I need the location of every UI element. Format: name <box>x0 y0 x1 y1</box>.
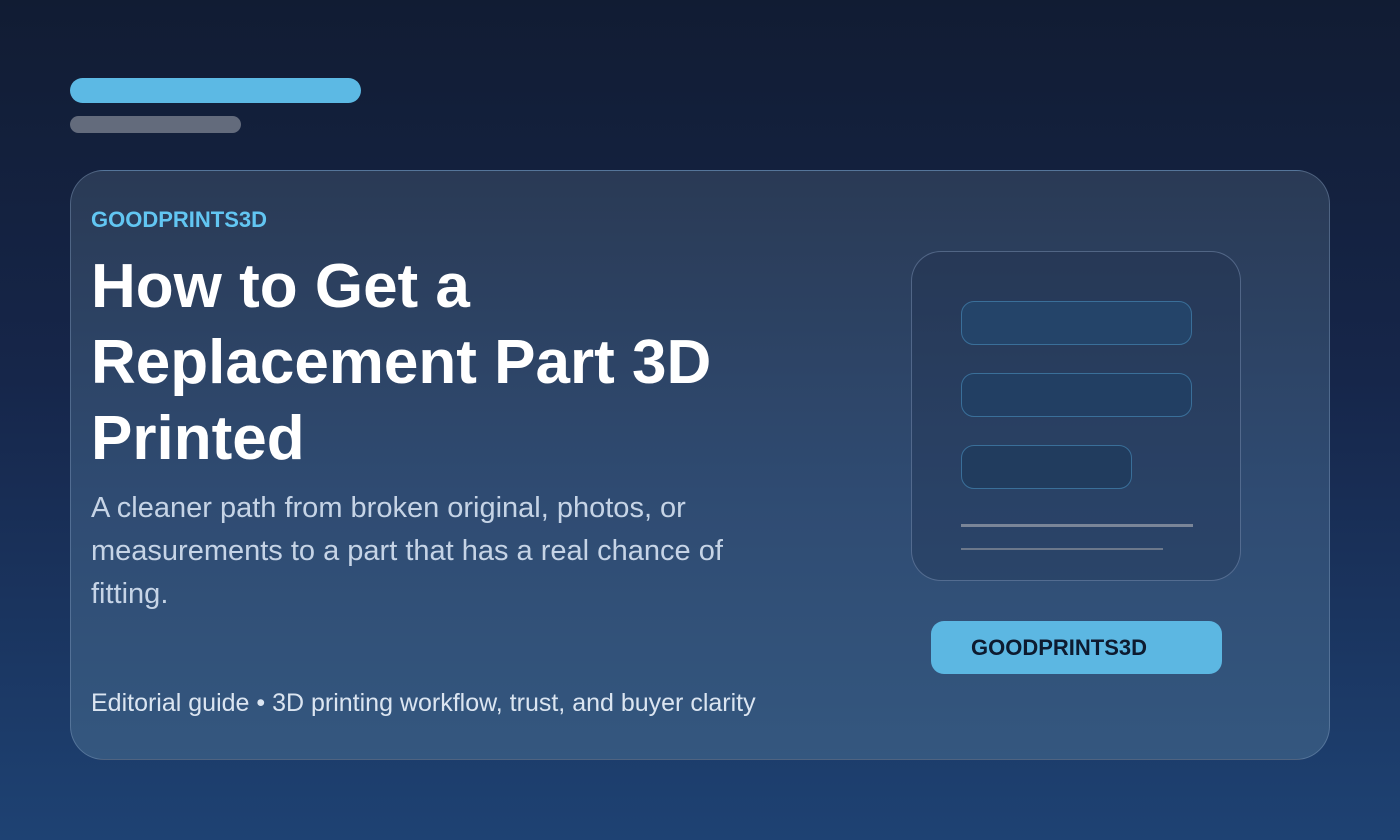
article-card: GOODPRINTS3D How to Get a Replacement Pa… <box>70 170 1330 760</box>
mockup-line-1 <box>961 524 1193 527</box>
mockup-field-1 <box>961 301 1192 345</box>
mockup-line-2 <box>961 548 1163 550</box>
article-headline: How to Get a Replacement Part 3D Printed <box>91 252 712 473</box>
brand-button[interactable]: GOODPRINTS3D <box>931 621 1222 674</box>
article-subtitle: A cleaner path from broken original, pho… <box>91 492 723 610</box>
form-mockup-illustration <box>911 251 1241 581</box>
header-accent-bar <box>70 78 361 103</box>
header-muted-bar <box>70 116 241 133</box>
mockup-field-2 <box>961 373 1192 417</box>
article-footer-note: Editorial guide • 3D printing workflow, … <box>91 689 756 717</box>
mockup-field-3 <box>961 445 1132 489</box>
brand-label: GOODPRINTS3D <box>91 207 268 232</box>
